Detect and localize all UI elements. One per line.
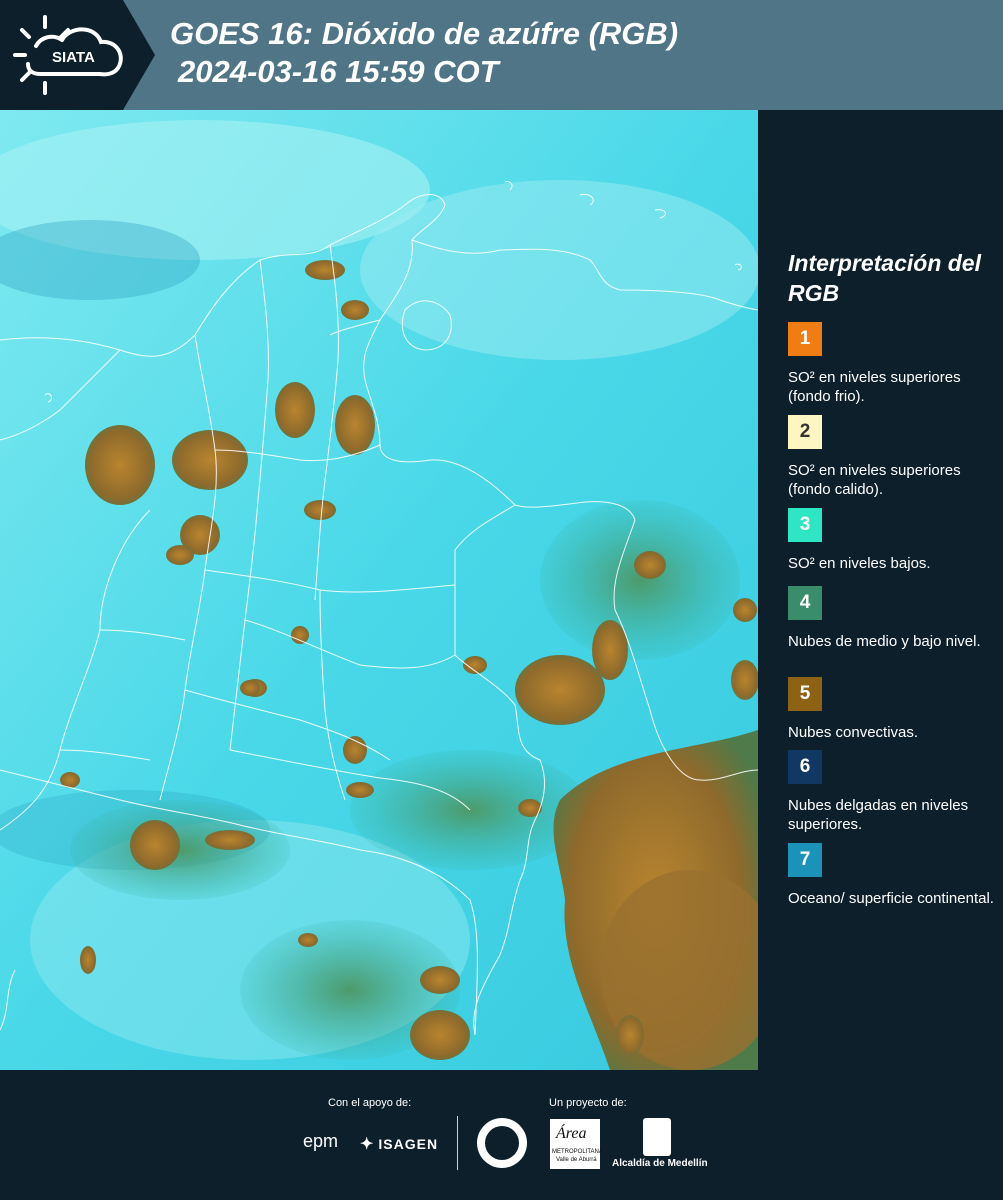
legend-swatch: 7 xyxy=(788,843,822,877)
legend-description: SO² en niveles superiores (fondo calido)… xyxy=(788,462,961,498)
legend-item: 6 Nubes delgadas en niveles superiores. xyxy=(788,750,998,834)
footer: Con el apoyo de: Un proyecto de: epm ✦ I… xyxy=(0,1070,1003,1200)
siata-logo-text: SIATA xyxy=(52,49,95,66)
legend-swatch: 3 xyxy=(788,508,822,542)
legend-swatch: 1 xyxy=(788,322,822,356)
isagen-mark-icon: ✦ xyxy=(360,1136,375,1153)
legend-description: SO² en niveles bajos. xyxy=(788,555,931,572)
legend-title: Interpretación del RGB xyxy=(788,250,981,306)
legend-item: 7 Oceano/ superficie continental. xyxy=(788,843,998,908)
legend-item: 2 SO² en niveles superiores (fondo calido… xyxy=(788,415,998,499)
legend-swatch: 2 xyxy=(788,415,822,449)
legend-item: 1 SO² en niveles superiores (fondo frio). xyxy=(788,322,998,406)
epm-logo: epm xyxy=(303,1131,338,1152)
area-logo-text: Área xyxy=(556,1125,587,1142)
page-title: GOES 16: Dióxido de azúfre (RGB) xyxy=(170,16,679,51)
footer-divider xyxy=(457,1116,458,1170)
legend-description: SO² en niveles superiores (fondo frio). xyxy=(788,369,961,405)
legend-description: Oceano/ superficie continental. xyxy=(788,890,994,907)
legend-description: Nubes de medio y bajo nivel. xyxy=(788,633,981,650)
isagen-logo-text: ISAGEN xyxy=(378,1136,439,1152)
support-label: Con el apoyo de: xyxy=(328,1097,412,1109)
legend-panel: Interpretación del RGB 1 SO² en niveles s… xyxy=(758,110,1003,1070)
legend-item: 5 Nubes convectivas. xyxy=(788,677,998,742)
header-bar: SIATA GOES 16: Dióxido de azúfre (RGB) 2… xyxy=(0,0,1003,110)
alcaldia-logo-text: Alcaldía de Medellín xyxy=(612,1158,708,1169)
legend-item: 4 Nubes de medio y bajo nivel. xyxy=(788,586,998,651)
legend-swatch: 5 xyxy=(788,677,822,711)
area-logo-sub2: Valle de Aburrá xyxy=(556,1157,597,1163)
siata-logo: SIATA xyxy=(0,0,155,110)
area-metropolitana-logo: Área METROPOLITANA Valle de Aburrá xyxy=(550,1119,603,1169)
epm-logo-text: epm xyxy=(303,1131,339,1151)
legend-item: 3 SO² en niveles bajos. xyxy=(788,508,998,573)
project-label: Un proyecto de: xyxy=(549,1097,627,1109)
satellite-map xyxy=(0,110,758,1070)
area-logo-sub1: METROPOLITANA xyxy=(552,1149,603,1155)
alcaldia-shield-icon xyxy=(643,1118,671,1156)
legend-swatch: 4 xyxy=(788,586,822,620)
page-subtitle-timestamp: 2024-03-16 15:59 COT xyxy=(178,54,499,89)
legend-description: Nubes convectivas. xyxy=(788,724,919,741)
medellin-seal-logo xyxy=(477,1118,527,1168)
legend-description: Nubes delgadas en niveles superiores. xyxy=(788,797,969,833)
legend-swatch: 6 xyxy=(788,750,822,784)
isagen-logo: ✦ ISAGEN xyxy=(360,1134,438,1154)
